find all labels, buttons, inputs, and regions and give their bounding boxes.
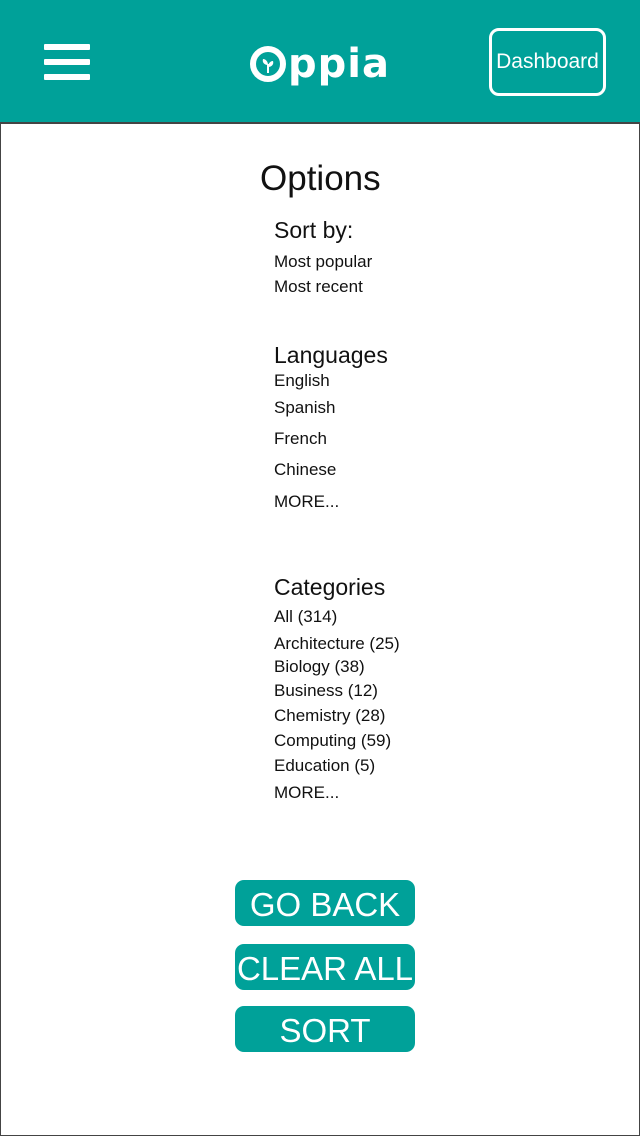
oppia-logo-icon — [250, 46, 286, 82]
menu-icon[interactable] — [44, 44, 90, 80]
category-chemistry[interactable]: Chemistry (28) — [274, 705, 385, 727]
sort-option-most-popular[interactable]: Most popular — [274, 251, 372, 273]
sort-option-most-recent[interactable]: Most recent — [274, 276, 363, 298]
sort-button[interactable]: SORT — [235, 1006, 415, 1052]
sort-heading: Sort by: — [274, 217, 354, 243]
categories-heading: Categories — [274, 574, 386, 600]
language-spanish[interactable]: Spanish — [274, 397, 335, 419]
language-chinese[interactable]: Chinese — [274, 459, 336, 481]
brand-name: ppia — [288, 41, 390, 87]
languages-heading: Languages — [274, 342, 388, 368]
languages-more-link[interactable]: MORE... — [274, 491, 339, 513]
category-architecture[interactable]: Architecture (25) — [274, 633, 400, 655]
category-computing[interactable]: Computing (59) — [274, 730, 391, 752]
category-biology[interactable]: Biology (38) — [274, 656, 365, 678]
category-business[interactable]: Business (12) — [274, 680, 378, 702]
dashboard-button[interactable]: Dashboard — [489, 28, 606, 96]
category-all[interactable]: All (314) — [274, 606, 337, 628]
oppia-logo[interactable]: ppia — [250, 34, 390, 94]
language-english[interactable]: English — [274, 370, 330, 392]
category-education[interactable]: Education (5) — [274, 755, 375, 777]
go-back-button[interactable]: GO BACK — [235, 880, 415, 926]
language-french[interactable]: French — [274, 428, 327, 450]
page-title: Options — [260, 159, 381, 198]
app-header: ppia Dashboard — [0, 0, 640, 124]
clear-all-button[interactable]: CLEAR ALL — [235, 944, 415, 990]
categories-more-link[interactable]: MORE... — [274, 782, 339, 804]
